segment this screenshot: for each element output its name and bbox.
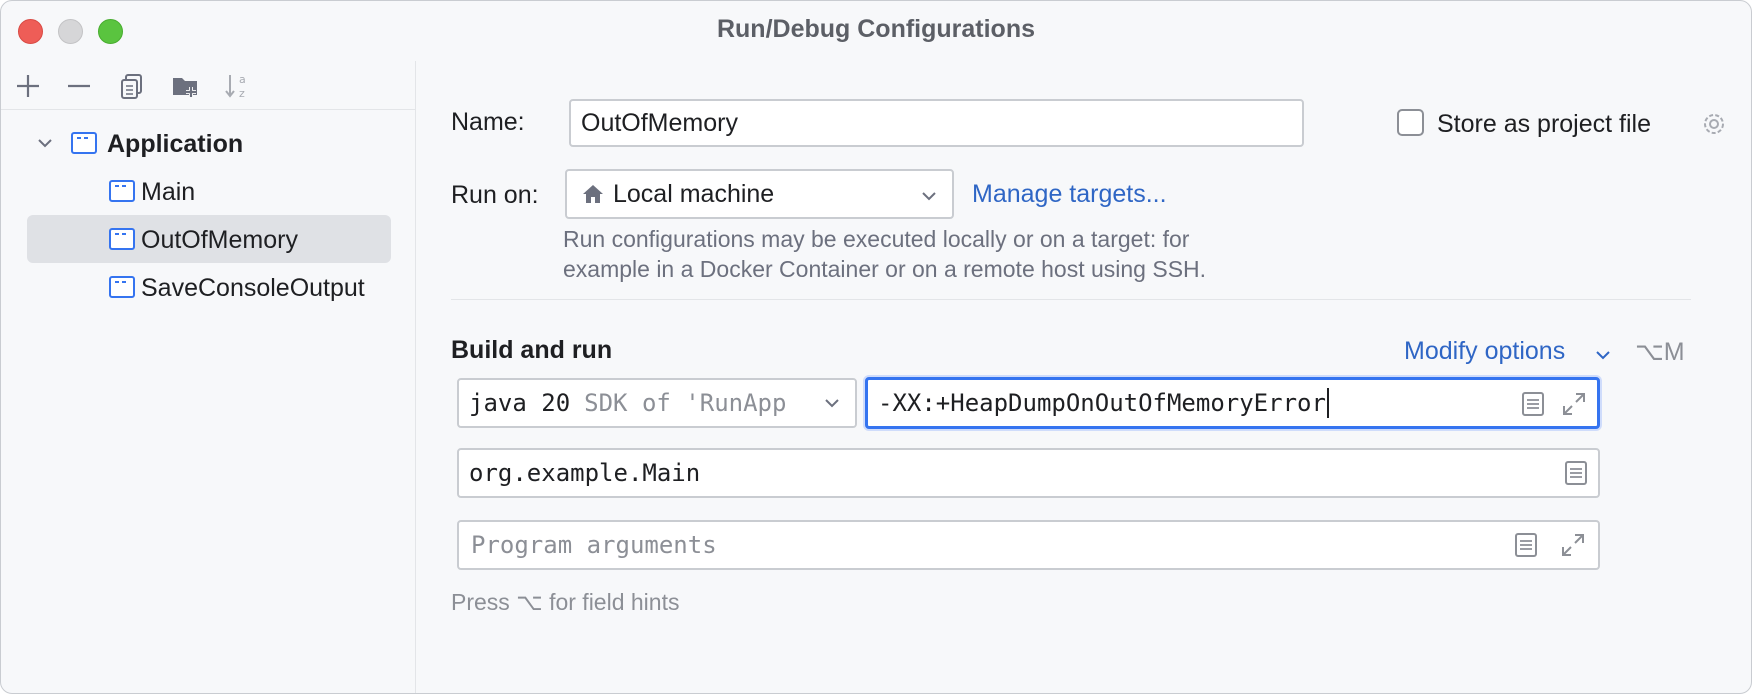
tree-group-application[interactable]: Application xyxy=(27,119,391,167)
run-on-hint-line: Run configurations may be executed local… xyxy=(563,226,1190,252)
jdk-value: java 20 xyxy=(469,389,571,417)
title-bar: Run/Debug Configurations xyxy=(1,1,1751,61)
run-on-label: Run on: xyxy=(451,181,539,209)
tree-item-label: Main xyxy=(141,178,196,206)
document-icon[interactable] xyxy=(1564,460,1588,486)
svg-text:a: a xyxy=(239,73,246,86)
gear-icon[interactable] xyxy=(1699,109,1729,139)
run-on-hint-line: example in a Docker Container or on a re… xyxy=(563,256,1207,282)
program-arguments-field[interactable]: Program arguments xyxy=(457,520,1600,570)
name-field[interactable]: OutOfMemory xyxy=(569,99,1304,147)
sort-az-icon: az xyxy=(225,73,246,100)
tree-item-saveconsoleoutput[interactable]: SaveConsoleOutput xyxy=(27,263,391,311)
remove-configuration-button[interactable] xyxy=(62,69,96,103)
configurations-sidebar: az Application Main OutOfMemory SaveCons… xyxy=(1,61,416,693)
document-icon[interactable] xyxy=(1521,391,1545,417)
manage-targets-link[interactable]: Manage targets... xyxy=(972,180,1167,209)
run-on-dropdown[interactable]: Local machine xyxy=(565,169,954,219)
application-config-icon xyxy=(109,180,135,202)
store-as-project-file-label: Store as project file xyxy=(1437,110,1651,138)
section-divider xyxy=(451,299,1691,300)
chevron-down-icon xyxy=(922,192,936,201)
name-label: Name: xyxy=(451,108,525,136)
store-as-project-file-checkbox[interactable] xyxy=(1397,109,1424,136)
add-configuration-button[interactable] xyxy=(11,69,45,103)
tree-item-main[interactable]: Main xyxy=(27,167,391,215)
main-class-value: org.example.Main xyxy=(469,459,701,487)
chevron-down-icon[interactable] xyxy=(1595,347,1611,363)
modify-options-link[interactable]: Modify options xyxy=(1404,337,1565,366)
configuration-editor: Name: OutOfMemory Store as project file … xyxy=(417,61,1751,693)
application-config-icon xyxy=(109,276,135,298)
svg-text:z: z xyxy=(239,87,245,100)
home-icon xyxy=(583,185,603,203)
field-hints-text: Press ⌥ for field hints xyxy=(451,589,680,615)
jdk-suffix: SDK of 'RunApp xyxy=(584,389,787,417)
vm-options-value: -XX:+HeapDumpOnOutOfMemoryError xyxy=(878,389,1326,417)
run-debug-dialog: Run/Debug Configurations az Application … xyxy=(0,0,1752,694)
tree-item-outofmemory[interactable]: OutOfMemory xyxy=(27,215,391,263)
plus-icon xyxy=(17,75,39,97)
copy-icon xyxy=(121,74,142,99)
vm-options-field[interactable]: -XX:+HeapDumpOnOutOfMemoryError xyxy=(865,377,1600,429)
text-caret xyxy=(1326,388,1329,418)
tree-group-label: Application xyxy=(107,130,244,158)
run-on-hint: Run configurations may be executed local… xyxy=(563,224,1206,284)
sidebar-toolbar: az xyxy=(1,61,415,110)
copy-configuration-button[interactable] xyxy=(115,69,149,103)
jdk-dropdown-arrow xyxy=(809,380,855,426)
main-class-field[interactable]: org.example.Main xyxy=(457,448,1600,498)
minus-icon xyxy=(68,84,90,88)
build-and-run-title: Build and run xyxy=(451,336,613,364)
new-folder-button[interactable] xyxy=(169,69,203,103)
tree-item-label: SaveConsoleOutput xyxy=(141,274,365,302)
program-arguments-placeholder: Program arguments xyxy=(471,531,717,559)
application-config-icon xyxy=(109,228,135,250)
jdk-dropdown[interactable]: java 20 SDK of 'RunApp xyxy=(457,378,857,428)
window-title: Run/Debug Configurations xyxy=(716,15,1036,43)
expand-icon[interactable] xyxy=(1561,391,1587,417)
chevron-down-icon[interactable] xyxy=(35,133,55,153)
application-icon xyxy=(71,132,97,154)
sort-button[interactable]: az xyxy=(220,69,254,103)
new-folder-icon xyxy=(173,78,197,97)
modify-options-shortcut: ⌥M xyxy=(1635,338,1685,366)
tree-item-label: OutOfMemory xyxy=(141,226,298,254)
chevron-down-icon xyxy=(825,399,839,408)
name-field-value: OutOfMemory xyxy=(581,108,738,137)
document-icon[interactable] xyxy=(1514,532,1538,558)
run-on-value: Local machine xyxy=(613,179,775,208)
expand-icon[interactable] xyxy=(1560,532,1586,558)
